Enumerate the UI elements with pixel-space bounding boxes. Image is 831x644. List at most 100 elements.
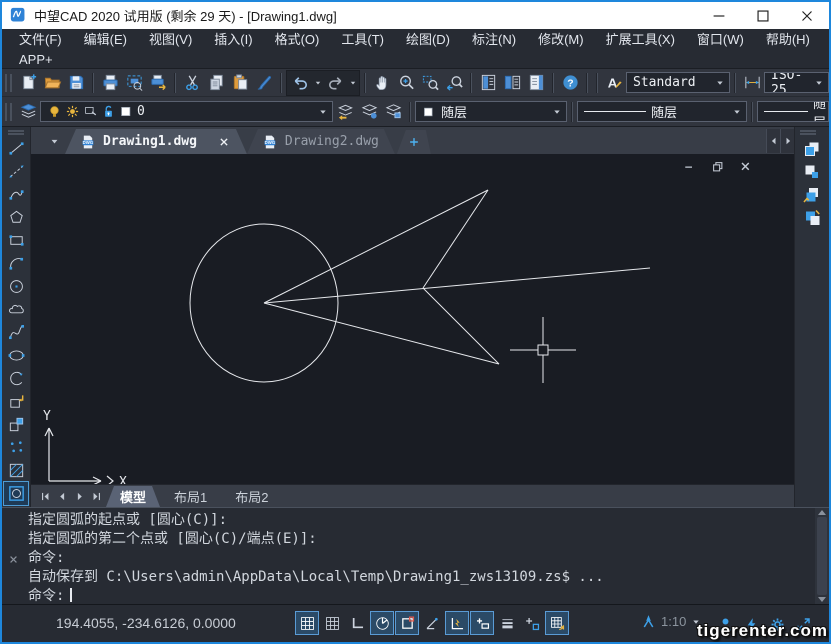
menu-item-7[interactable]: 标注(N) — [461, 29, 527, 51]
last-layout-button[interactable] — [88, 487, 104, 505]
copy-button[interactable] — [204, 71, 228, 95]
open-folder-button[interactable] — [40, 71, 64, 95]
menu-item-6[interactable]: 绘图(D) — [395, 29, 461, 51]
new-file-button[interactable] — [16, 71, 40, 95]
cut-button[interactable] — [180, 71, 204, 95]
menu-item-1[interactable]: 编辑(E) — [73, 29, 138, 51]
command-scrollbar[interactable] — [815, 508, 829, 604]
combo-caret-icon[interactable] — [731, 106, 743, 118]
arc-tool-button[interactable] — [4, 252, 28, 275]
layer-states-button[interactable] — [357, 100, 381, 124]
toolbar-grip[interactable] — [800, 130, 816, 135]
pan-button[interactable] — [370, 71, 394, 95]
doc-tab-list-dropdown[interactable] — [45, 130, 63, 152]
revision-cloud-tool-button[interactable] — [4, 298, 28, 321]
redo-button[interactable] — [323, 71, 347, 95]
annotation-scale-value[interactable]: 1:10 — [661, 614, 686, 629]
toolbar-grip[interactable] — [8, 130, 24, 135]
combo-caret-icon[interactable] — [714, 77, 726, 89]
otrack-toggle[interactable] — [446, 612, 468, 634]
child-close-button[interactable] — [738, 159, 754, 175]
insert-block-tool-button[interactable] — [4, 390, 28, 413]
ortho-toggle[interactable] — [346, 612, 368, 634]
minimize-button[interactable] — [697, 2, 741, 29]
paste-button[interactable] — [228, 71, 252, 95]
new-document-tab-button[interactable] — [397, 130, 431, 154]
snap-toggle[interactable] — [296, 612, 318, 634]
white-swatch-icon[interactable] — [119, 104, 134, 119]
print-button[interactable] — [98, 71, 122, 95]
draworder-front-tool-button[interactable] — [800, 137, 824, 160]
zoom-realtime-button[interactable] — [394, 71, 418, 95]
next-layout-button[interactable] — [71, 487, 87, 505]
linetype-combobox[interactable]: 随层 — [577, 101, 747, 122]
draworder-back-tool-button[interactable] — [800, 160, 824, 183]
menu-item-4[interactable]: 格式(O) — [264, 29, 331, 51]
menu-app-plus[interactable]: APP+ — [8, 51, 64, 69]
toolbar-grip[interactable] — [5, 103, 12, 121]
undo-dropdown[interactable] — [312, 72, 323, 94]
print-preview-button[interactable] — [122, 71, 146, 95]
redo-dropdown[interactable] — [347, 72, 358, 94]
dynamic-input-toggle[interactable] — [471, 612, 493, 634]
polar-toggle[interactable] — [371, 612, 393, 634]
undo-button[interactable] — [288, 71, 312, 95]
dynamic-ucs-toggle[interactable] — [521, 612, 543, 634]
snap-angle-toggle[interactable] — [421, 612, 443, 634]
grid-toggle[interactable] — [321, 612, 343, 634]
layer-combobox[interactable]: 0 — [40, 101, 333, 122]
polyline-tool-button[interactable] — [4, 183, 28, 206]
lineweight-combobox[interactable]: 随层 — [757, 101, 829, 122]
toolbar-grip[interactable] — [5, 74, 12, 92]
bulb-on-icon[interactable] — [47, 104, 62, 119]
scroll-up-icon[interactable] — [818, 510, 826, 515]
lineweight-toggle[interactable] — [496, 612, 518, 634]
make-block-tool-button[interactable] — [4, 413, 28, 436]
design-center-button[interactable] — [500, 71, 524, 95]
hatch-tool-button[interactable] — [4, 459, 28, 482]
first-layout-button[interactable] — [37, 487, 53, 505]
format-painter-button[interactable] — [252, 71, 276, 95]
menu-item-11[interactable]: 帮助(H) — [755, 29, 821, 51]
construction-line-tool-button[interactable] — [4, 160, 28, 183]
plot-button[interactable] — [146, 71, 170, 95]
combo-caret-icon[interactable] — [551, 106, 563, 118]
combo-caret-icon[interactable] — [317, 106, 329, 118]
command-history[interactable]: 指定圆弧的起点或 [圆心(C)]:指定圆弧的第二个点或 [圆心(C)/端点(E)… — [28, 511, 813, 606]
tool-palettes-button[interactable] — [524, 71, 548, 95]
polygon-tool-button[interactable] — [4, 206, 28, 229]
ellipse-arc-tool-button[interactable] — [4, 367, 28, 390]
layout-tab-3[interactable]: 布局2 — [221, 486, 282, 507]
scroll-down-icon[interactable] — [818, 597, 826, 602]
close-button[interactable] — [785, 2, 829, 29]
line-tool-button[interactable] — [4, 137, 28, 160]
tab-close-icon[interactable] — [217, 135, 231, 149]
document-tab-2[interactable]: DWGDrawing2.dwg — [247, 129, 395, 154]
maximize-button[interactable] — [741, 2, 785, 29]
ellipse-tool-button[interactable] — [4, 344, 28, 367]
menu-item-2[interactable]: 视图(V) — [138, 29, 203, 51]
layer-isolate-button[interactable] — [381, 100, 405, 124]
command-close-icon[interactable] — [7, 514, 20, 604]
help-button[interactable]: ? — [558, 71, 582, 95]
tab-scroll-left-button[interactable] — [766, 129, 780, 153]
properties-button[interactable] — [476, 71, 500, 95]
draworder-above-tool-button[interactable] — [800, 183, 824, 206]
menu-item-3[interactable]: 插入(I) — [203, 29, 263, 51]
menu-item-8[interactable]: 修改(M) — [527, 29, 595, 51]
spline-tool-button[interactable] — [4, 321, 28, 344]
text-style-button[interactable]: A — [602, 71, 626, 95]
scrollbar-thumb[interactable] — [817, 517, 827, 595]
dim-style-combobox[interactable]: ISO-25 — [764, 72, 829, 93]
child-restore-button[interactable] — [710, 159, 726, 175]
annotation-scale-group[interactable]: 1:10 — [640, 613, 702, 630]
document-tab-1[interactable]: DWGDrawing1.dwg — [65, 129, 247, 154]
dim-style-button[interactable] — [740, 71, 764, 95]
plot-toggle-icon[interactable] — [83, 104, 98, 119]
unlock-icon[interactable] — [101, 104, 116, 119]
zoom-previous-button[interactable] — [442, 71, 466, 95]
wipeout-tool-button[interactable] — [4, 482, 28, 505]
menu-item-5[interactable]: 工具(T) — [330, 29, 395, 51]
combo-caret-icon[interactable] — [813, 77, 825, 89]
layer-previous-button[interactable] — [333, 100, 357, 124]
